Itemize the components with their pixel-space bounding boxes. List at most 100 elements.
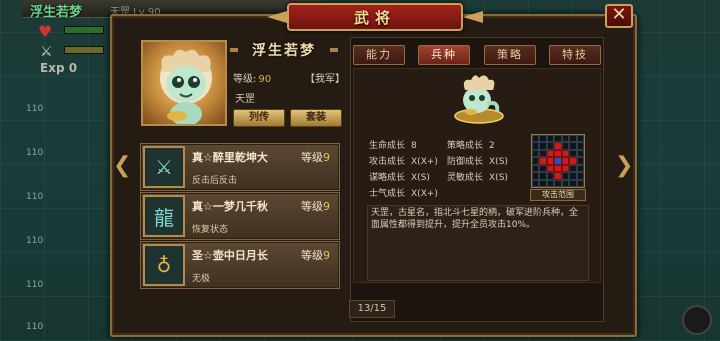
range-cell xyxy=(532,135,540,143)
range-cell xyxy=(554,157,562,165)
skill-card[interactable]: ⚔ 真☆醉里乾坤大 等级9 反击后反击 xyxy=(140,143,340,191)
range-cell xyxy=(569,172,577,180)
range-cell xyxy=(554,149,562,158)
heart-icon: ♥ xyxy=(38,22,53,41)
prev-hero-arrow-icon[interactable]: ❮ xyxy=(113,151,131,181)
range-cell xyxy=(546,149,555,158)
map-number: 110 xyxy=(26,280,44,290)
range-cell xyxy=(561,172,570,180)
range-cell xyxy=(539,157,547,165)
dragon-icon: 龍 xyxy=(143,195,185,237)
mp-bar xyxy=(64,46,104,54)
skill-level-label: 等级 xyxy=(301,200,323,213)
skill-desc: 恢复状态 xyxy=(192,225,229,235)
range-cell xyxy=(576,142,584,150)
skill-level: 等级9 xyxy=(301,247,330,263)
skill-card[interactable]: ♁ 圣☆壶中日月长 等级9 无极 xyxy=(140,241,340,289)
range-cell xyxy=(576,149,584,158)
tab-ability[interactable]: 能力 xyxy=(353,45,405,65)
skill-name: 真☆一梦几千秋 xyxy=(192,200,268,213)
hero-level: 等级: 90 xyxy=(233,70,271,85)
attack-range-label: 攻击范围 xyxy=(530,189,586,201)
stat-label: 士气成长 xyxy=(369,189,406,199)
stat-strategy-growth: 策略成长 2 xyxy=(447,138,495,151)
range-cell xyxy=(546,142,555,150)
skill-name: 圣☆壶中日月长 xyxy=(192,249,268,262)
map-number: 110 xyxy=(26,192,44,202)
stat-value: 2 xyxy=(489,141,495,151)
hp-bar xyxy=(64,26,104,34)
gourd-icon: ♁ xyxy=(143,244,185,286)
stat-attack-growth: 攻击成长 X(X+) xyxy=(369,154,438,167)
tab-troop-type[interactable]: 兵种 xyxy=(418,45,470,65)
stat-value: 8 xyxy=(411,141,417,151)
range-cell xyxy=(561,157,570,165)
range-cell xyxy=(532,164,540,173)
stat-tactic-growth: 谋略成长 X(S) xyxy=(369,170,430,183)
skill-card[interactable]: 龍 真☆一梦几千秋 等级9 恢复状态 xyxy=(140,192,340,240)
stat-value: X(X+) xyxy=(411,157,438,167)
skill-level-label: 等级 xyxy=(301,249,323,262)
range-cell xyxy=(554,179,562,187)
range-cell xyxy=(576,179,584,187)
close-button[interactable]: ✕ xyxy=(605,4,633,28)
stat-agility-growth: 灵敏成长 X(S) xyxy=(447,170,508,183)
range-cell xyxy=(546,135,555,143)
skill-level: 等级9 xyxy=(301,198,330,214)
stat-value: X(X+) xyxy=(411,189,438,199)
sword-icon: ⚔ xyxy=(40,44,53,60)
range-cell xyxy=(539,179,547,187)
player-name: 浮生若梦 xyxy=(30,5,83,20)
unit-sprite xyxy=(447,70,511,126)
page-indicator: 13/15 xyxy=(349,300,395,318)
range-cell xyxy=(576,172,584,180)
range-cell xyxy=(576,135,584,143)
dragon-portrait-icon xyxy=(160,49,212,124)
stat-morale-growth: 士气成长 X(X+) xyxy=(369,186,438,199)
stat-defense-growth: 防御成长 X(S) xyxy=(447,154,508,167)
range-cell xyxy=(546,172,555,180)
skill-level: 等级9 xyxy=(301,149,330,165)
dialog-title: 武将 xyxy=(353,8,396,27)
hero-faction: 【我军】 xyxy=(305,74,345,85)
range-cell xyxy=(532,142,540,150)
hero-name: 浮生若梦 xyxy=(230,40,338,60)
tab-strategy[interactable]: 策略 xyxy=(484,45,536,65)
map-number: 110 xyxy=(26,236,44,246)
range-cell xyxy=(554,164,562,173)
stat-hp-growth: 生命成长 8 xyxy=(369,138,417,151)
range-cell xyxy=(532,179,540,187)
range-cell xyxy=(546,164,555,173)
range-cell xyxy=(554,135,562,143)
stat-label: 策略成长 xyxy=(447,141,484,151)
range-cell xyxy=(546,157,555,165)
menu-button[interactable] xyxy=(682,305,712,335)
range-cell xyxy=(561,135,570,143)
stat-label: 攻击成长 xyxy=(369,157,406,167)
dialog-titlebar: 武将 xyxy=(287,3,463,31)
biography-button[interactable]: 列传 xyxy=(233,109,285,127)
stat-label: 谋略成长 xyxy=(369,173,406,183)
stat-label: 防御成长 xyxy=(447,157,484,167)
range-cell xyxy=(539,149,547,158)
range-cell xyxy=(539,142,547,150)
skill-level-value: 9 xyxy=(323,249,330,262)
stat-value: X(S) xyxy=(489,157,508,167)
sword-axe-icon: ⚔ xyxy=(143,146,185,188)
range-cell xyxy=(561,149,570,158)
map-number: 110 xyxy=(26,104,44,114)
skill-level-value: 9 xyxy=(323,151,330,164)
unit-description: 天罡，古星名，指北斗七星的柄，破军进阶兵种，全面属性都得到提升，提升全员攻击10… xyxy=(371,208,579,230)
next-hero-arrow-icon[interactable]: ❯ xyxy=(615,151,633,181)
range-cell xyxy=(569,164,577,173)
range-cell xyxy=(569,135,577,143)
exp-label: Exp 0 xyxy=(40,61,78,75)
level-value: 90 xyxy=(258,74,272,85)
hero-portrait xyxy=(141,40,227,126)
range-cell xyxy=(539,164,547,173)
range-cell xyxy=(554,142,562,150)
tab-special-skill[interactable]: 特技 xyxy=(549,45,601,65)
skill-level-label: 等级 xyxy=(301,151,323,164)
stat-value: X(S) xyxy=(489,173,508,183)
equipment-set-button[interactable]: 套装 xyxy=(290,109,342,127)
